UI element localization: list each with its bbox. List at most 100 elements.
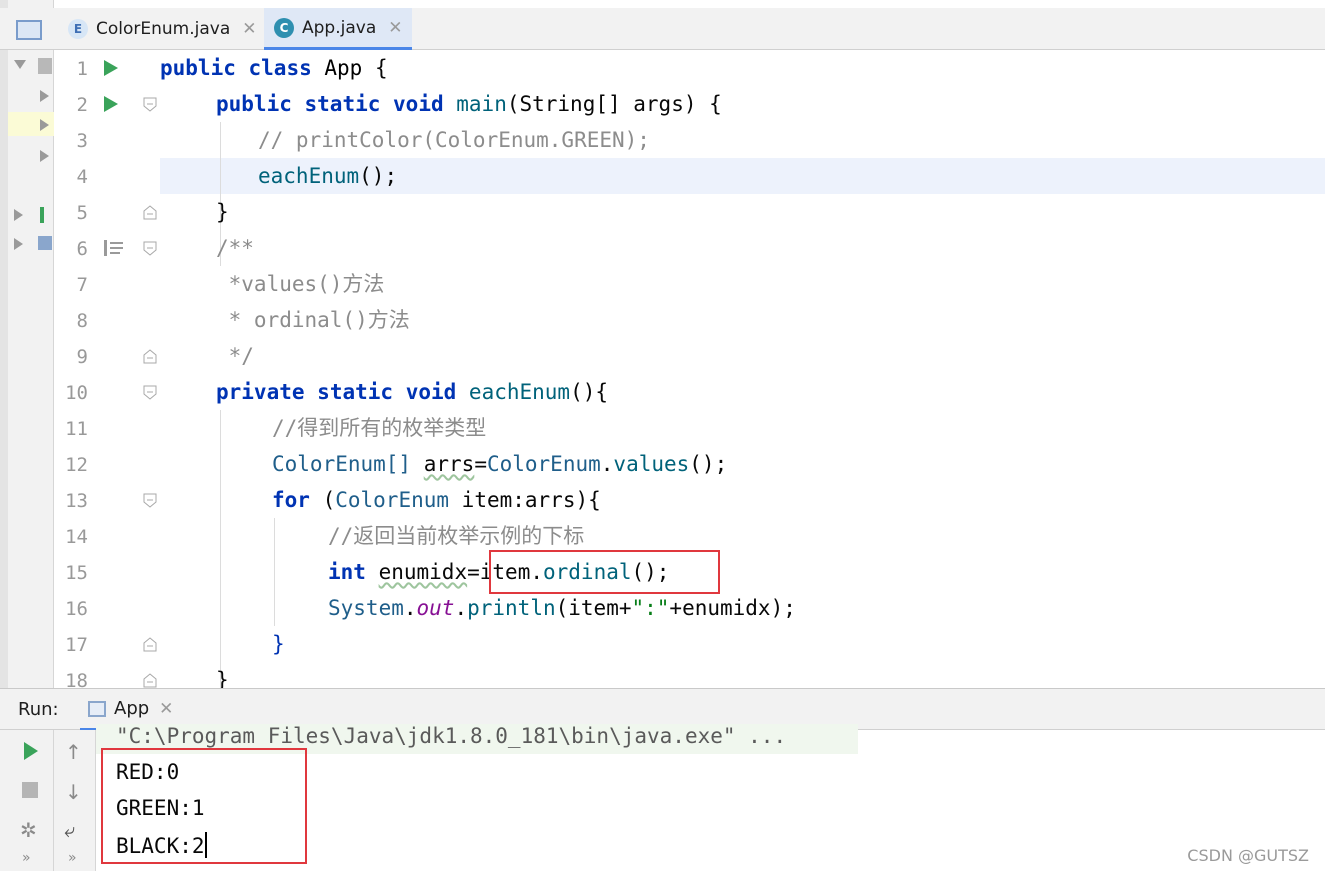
scroll-down-icon[interactable]: ↓ [65,780,82,804]
editor-gutter[interactable]: 1 2 3 4 5 6 7 8 9 10 11 12 13 14 15 16 1… [54,50,160,692]
tab-label: App.java [302,17,377,38]
field-name: out [416,596,455,620]
line-number: 9 [76,346,88,368]
code-line-17: } [272,632,285,656]
run-toolbar-primary: ✲ » [0,730,54,871]
method-call: eachEnum [258,164,360,188]
code-line-12: ColorEnum[] arrs=ColorEnum.values(); [272,446,727,482]
code-line-9: */ [216,344,254,368]
javadoc-render-icon[interactable] [102,239,124,257]
code-text: { [362,56,388,80]
fold-end-icon[interactable] [143,349,157,364]
stop-icon[interactable] [22,782,38,798]
keyword: private [216,380,305,404]
code-text: . [403,596,417,620]
variable-name: enumidx [378,560,468,584]
more-icon[interactable]: » [22,850,31,866]
keyword: static [317,380,394,404]
indent-guide [220,410,221,688]
fold-end-icon[interactable] [143,637,157,652]
code-line-4: eachEnum(); [258,158,397,194]
indent-guide [274,518,275,626]
code-line-6: /** [216,236,254,260]
code-text: (item+ [555,596,632,620]
code-text: +enumidx); [669,596,796,620]
line-number: 8 [76,310,88,332]
keyword: class [248,56,312,80]
code-line-18: } [216,668,229,688]
tab-colorenum-java[interactable]: E ColorEnum.java ✕ [58,8,267,50]
more-icon[interactable]: » [68,850,77,866]
code-text: ( [309,488,336,512]
type-name: ColorEnum [335,488,450,512]
run-class-icon[interactable] [104,60,118,76]
expand-triangle-icon[interactable] [40,119,49,131]
fold-end-icon[interactable] [143,205,157,220]
debug-icon[interactable]: ✲ [20,818,37,842]
project-scrollbar[interactable] [0,0,8,688]
code-text: (String[] args) { [506,92,722,116]
line-number: 10 [65,382,88,404]
method-call: values [613,452,690,476]
fold-marker-icon[interactable] [143,241,157,256]
expand-triangle-icon[interactable] [40,90,49,102]
line-number: 17 [65,634,88,656]
editor-window-icon[interactable] [16,20,42,40]
variable-name: arrs [423,452,475,476]
fold-marker-icon[interactable] [143,493,157,508]
editor-tab-bar: E ColorEnum.java ✕ C App.java ✕ [0,8,1325,50]
line-number: 15 [65,562,88,584]
code-text: (); [689,452,728,476]
collapse-triangle-icon[interactable] [14,60,26,69]
fold-marker-icon[interactable] [143,97,157,112]
tab-label: ColorEnum.java [96,19,231,39]
keyword: static [304,92,381,116]
line-number: 14 [65,526,88,548]
run-tab-label: App [114,698,150,719]
rerun-icon[interactable] [24,742,38,760]
soft-wrap-icon[interactable]: ⤶ [64,818,75,842]
line-number: 1 [76,58,88,80]
scroll-up-icon[interactable]: ↑ [65,740,82,764]
type-name: ColorEnum[] [272,452,412,476]
highlight-box-ordinal [489,550,720,594]
code-text: (); [359,164,398,188]
scratches-icon [38,236,52,250]
project-tool-strip [0,0,54,688]
code-line-1: public class App { [160,50,388,86]
code-line-11: //得到所有的枚举类型 [272,416,487,440]
run-toolbar-secondary: ↑ ↓ ⤶ » [54,730,96,871]
line-number: 13 [65,490,88,512]
code-line-16: System.out.println(item+":"+enumidx); [328,590,796,626]
line-number: 3 [76,130,88,152]
code-text: = [474,452,487,476]
expand-triangle-icon[interactable] [40,150,49,162]
run-main-icon[interactable] [104,96,118,112]
close-icon[interactable]: ✕ [242,19,256,39]
code-text: = [467,560,480,584]
keyword: void [393,92,444,116]
fold-marker-icon[interactable] [143,385,157,400]
close-icon[interactable]: ✕ [159,699,173,719]
code-line-3: // printColor(ColorEnum.GREEN); [258,128,650,152]
code-editor[interactable]: public class App { public static void ma… [160,50,1325,688]
code-text: (){ [570,380,609,404]
enum-file-icon: E [68,19,88,39]
code-line-8: * ordinal()方法 [216,308,410,332]
close-icon[interactable]: ✕ [388,18,402,38]
watermark: CSDN @GUTSZ [1187,846,1309,865]
method-name: main [456,92,507,116]
tab-app-java[interactable]: C App.java ✕ [264,8,413,50]
keyword: public [160,56,236,80]
class-name: App [324,56,363,80]
expand-triangle-icon[interactable] [14,238,23,250]
class-file-icon: C [274,17,294,38]
line-number: 7 [76,274,88,296]
code-line-2: public static void main(String[] args) { [216,86,722,122]
line-number: 12 [65,454,88,476]
fold-end-icon[interactable] [143,673,157,688]
line-number: 5 [76,202,88,224]
line-number: 16 [65,598,88,620]
code-line-13: for (ColorEnum item:arrs){ [272,482,601,518]
expand-triangle-icon[interactable] [14,209,23,221]
